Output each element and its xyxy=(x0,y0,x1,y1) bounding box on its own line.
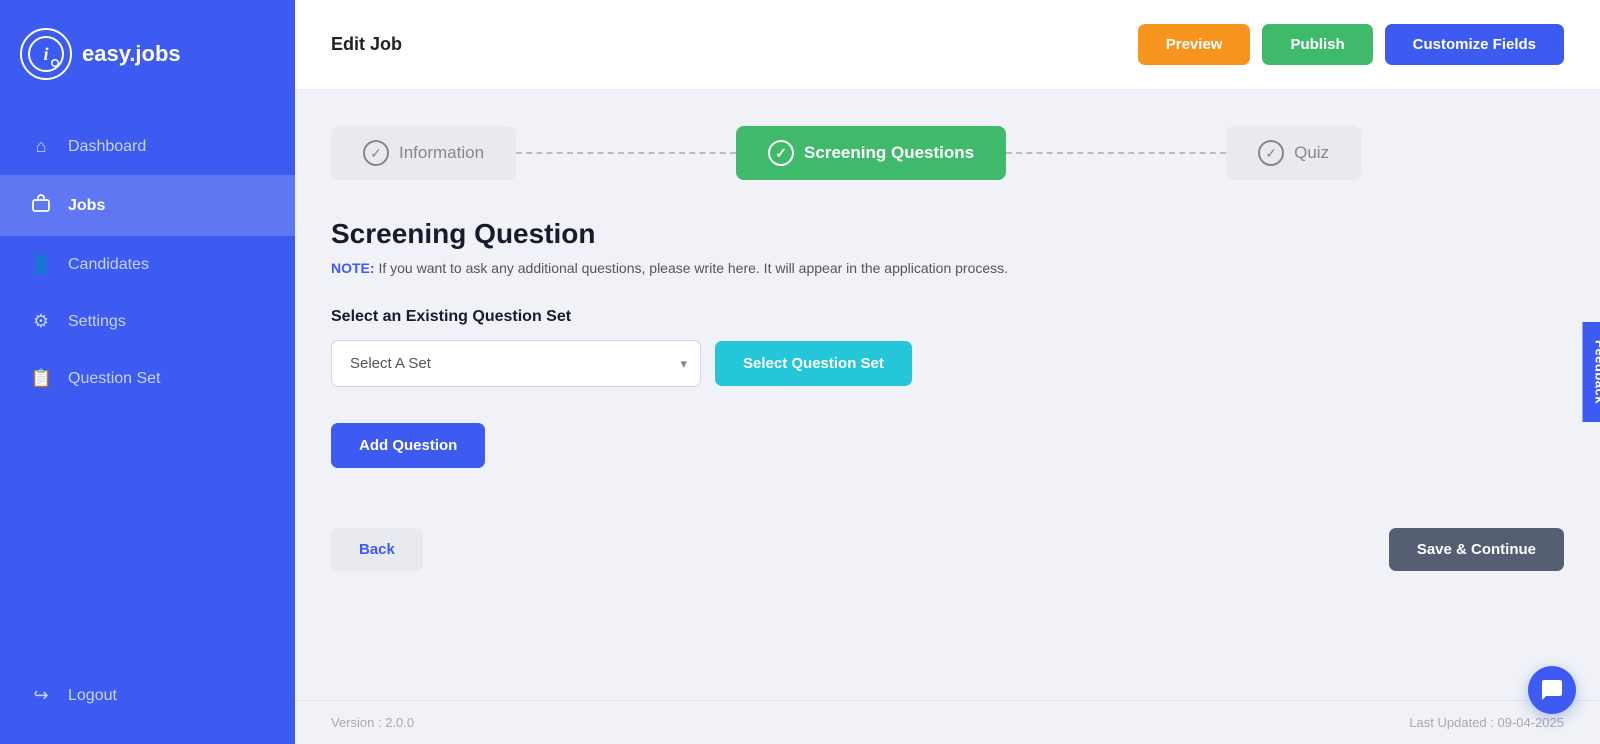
logo-text: easy.jobs xyxy=(82,41,181,67)
sidebar-logo: i easy.jobs xyxy=(0,0,295,108)
sidebar-logout: ↪ Logout xyxy=(0,667,295,744)
content-area: ✓ Information ✓ Screening Questions ✓ Qu… xyxy=(295,90,1600,700)
footer: Version : 2.0.0 Last Updated : 09-04-202… xyxy=(295,700,1600,744)
step-check-quiz: ✓ xyxy=(1258,140,1284,166)
step-label-information: Information xyxy=(399,143,484,163)
sidebar-item-label: Candidates xyxy=(68,256,149,274)
bottom-bar: Back Save & Continue xyxy=(331,518,1564,571)
select-question-set-button[interactable]: Select Question Set xyxy=(715,341,912,386)
step-screening-questions[interactable]: ✓ Screening Questions xyxy=(736,126,1006,180)
question-set-icon: 📋 xyxy=(30,368,52,389)
sidebar-item-candidates[interactable]: 👤 Candidates xyxy=(0,236,295,293)
svg-text:i: i xyxy=(43,44,48,64)
sidebar-item-label: Question Set xyxy=(68,370,161,388)
page-title: Edit Job xyxy=(331,34,402,55)
section-note: NOTE: If you want to ask any additional … xyxy=(331,260,1564,276)
preview-button[interactable]: Preview xyxy=(1138,24,1251,65)
chat-button[interactable] xyxy=(1528,666,1576,714)
step-label-quiz: Quiz xyxy=(1294,143,1329,163)
logo-icon: i xyxy=(20,28,72,80)
select-existing-label: Select an Existing Question Set xyxy=(331,308,1564,326)
logout-icon: ↪ xyxy=(30,685,52,706)
feedback-tab[interactable]: Feedback xyxy=(1583,322,1600,422)
logout-label: Logout xyxy=(68,687,117,705)
step-quiz[interactable]: ✓ Quiz xyxy=(1226,126,1361,180)
note-label: NOTE: xyxy=(331,260,375,276)
version-text: Version : 2.0.0 xyxy=(331,715,414,730)
section-title: Screening Question xyxy=(331,218,1564,250)
sidebar-item-logout[interactable]: ↪ Logout xyxy=(0,667,295,724)
publish-button[interactable]: Publish xyxy=(1262,24,1372,65)
select-wrapper: Select A Set ▾ xyxy=(331,340,701,387)
step-check-information: ✓ xyxy=(363,140,389,166)
sidebar-item-label: Settings xyxy=(68,313,126,331)
settings-icon: ⚙ xyxy=(30,311,52,332)
step-information[interactable]: ✓ Information xyxy=(331,126,516,180)
note-text: If you want to ask any additional questi… xyxy=(378,260,1008,276)
sidebar: i easy.jobs ⌂ Dashboard Jobs 👤 Candidate… xyxy=(0,0,295,744)
topbar-actions: Preview Publish Customize Fields xyxy=(1138,24,1564,65)
step-indicator: ✓ Information ✓ Screening Questions ✓ Qu… xyxy=(331,126,1564,180)
sidebar-item-dashboard[interactable]: ⌂ Dashboard xyxy=(0,118,295,175)
sidebar-item-jobs[interactable]: Jobs xyxy=(0,175,295,236)
candidates-icon: 👤 xyxy=(30,254,52,275)
topbar: Edit Job Preview Publish Customize Field… xyxy=(295,0,1600,90)
main-area: Edit Job Preview Publish Customize Field… xyxy=(295,0,1600,744)
sidebar-item-settings[interactable]: ⚙ Settings xyxy=(0,293,295,350)
back-button[interactable]: Back xyxy=(331,528,423,571)
sidebar-item-label: Jobs xyxy=(68,197,105,215)
last-updated-text: Last Updated : 09-04-2025 xyxy=(1409,715,1564,730)
jobs-icon xyxy=(30,193,52,218)
sidebar-item-label: Dashboard xyxy=(68,138,146,156)
select-row: Select A Set ▾ Select Question Set xyxy=(331,340,1564,387)
sidebar-item-question-set[interactable]: 📋 Question Set xyxy=(0,350,295,407)
step-label-screening: Screening Questions xyxy=(804,143,974,163)
step-connector-2 xyxy=(1006,152,1226,154)
customize-fields-button[interactable]: Customize Fields xyxy=(1385,24,1564,65)
step-check-screening: ✓ xyxy=(768,140,794,166)
sidebar-nav: ⌂ Dashboard Jobs 👤 Candidates ⚙ Settings… xyxy=(0,118,295,407)
add-question-button[interactable]: Add Question xyxy=(331,423,485,468)
save-continue-button[interactable]: Save & Continue xyxy=(1389,528,1564,571)
home-icon: ⌂ xyxy=(30,136,52,157)
step-connector-1 xyxy=(516,152,736,154)
question-set-select[interactable]: Select A Set xyxy=(331,340,701,387)
